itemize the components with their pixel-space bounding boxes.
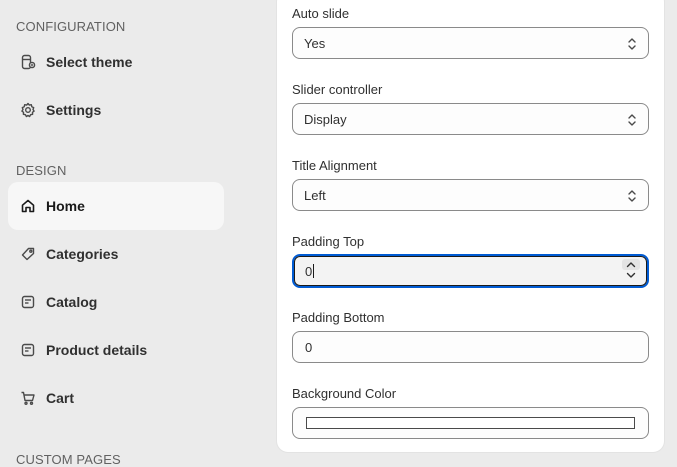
title-alignment-select[interactable]: Left [292,179,649,211]
gear-icon [20,102,36,118]
padding-top-input[interactable]: 0 [292,254,649,288]
sidebar-item-label: Select theme [46,54,133,70]
sidebar-item-label: Catalog [46,294,98,310]
home-icon [20,198,36,214]
select-chevron-icon [628,190,636,202]
select-chevron-icon [628,114,636,126]
sidebar-item-label: Settings [46,102,102,118]
padding-bottom-label: Padding Bottom [292,310,385,325]
increment-button[interactable] [622,259,640,270]
select-chevron-icon [628,38,636,50]
text-caret [313,264,315,278]
sidebar-item-label: Product details [46,342,148,358]
custom-pages-section-title: CUSTOM PAGES [16,452,121,467]
cart-icon [20,390,36,406]
slider-controller-value: Display [304,111,347,127]
decrement-button[interactable] [622,270,640,281]
catalog-icon [20,294,36,310]
sidebar-item-label: Home [46,198,85,214]
sidebar-item-product-details[interactable]: Product details [8,326,224,374]
product-details-icon [20,342,36,358]
sidebar-item-label: Categories [46,246,119,262]
slider-controller-select[interactable]: Display [292,103,649,135]
theme-icon [20,54,36,70]
padding-top-value: 0 [305,263,313,279]
auto-slide-select[interactable]: Yes [292,27,649,59]
sidebar-item-home[interactable]: Home [8,182,224,230]
chevron-up-icon [626,262,636,268]
design-section-title: DESIGN [16,163,67,178]
auto-slide-label: Auto slide [292,6,350,21]
background-color-label: Background Color [292,386,397,401]
sidebar-item-settings[interactable]: Settings [8,86,224,134]
title-alignment-value: Left [304,187,326,203]
padding-top-stepper[interactable] [621,259,641,281]
title-alignment-label: Title Alignment [292,158,377,173]
padding-bottom-input[interactable]: 0 [292,331,649,363]
background-color-input[interactable] [292,407,649,439]
sidebar-item-label: Cart [46,390,75,406]
auto-slide-value: Yes [304,35,326,51]
sidebar-item-cart[interactable]: Cart [8,374,224,422]
sidebar-item-categories[interactable]: Categories [8,230,224,278]
padding-bottom-value: 0 [305,339,313,355]
configuration-section-title: CONFIGURATION [16,19,126,34]
padding-top-label: Padding Top [292,234,365,249]
slider-controller-label: Slider controller [292,82,383,97]
tag-icon [20,246,36,262]
chevron-down-icon [626,272,636,278]
color-swatch [306,417,635,429]
sidebar-item-catalog[interactable]: Catalog [8,278,224,326]
sidebar: CONFIGURATION Select theme Settings DESI… [0,0,236,467]
sidebar-item-select-theme[interactable]: Select theme [8,38,224,86]
